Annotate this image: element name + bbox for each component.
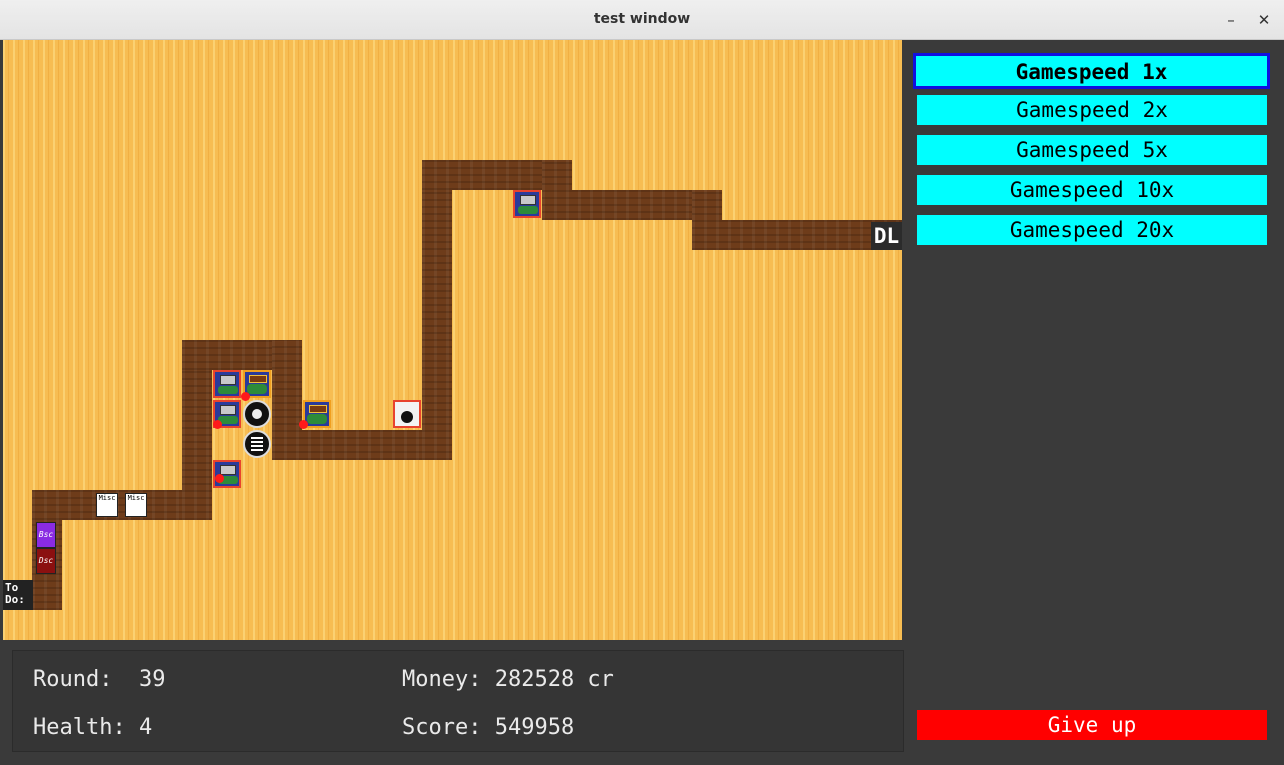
game-board[interactable]: To Do: DL Misc Misc Bsc Dsc [3,40,902,640]
gamespeed-1x-button[interactable]: Gamespeed 1x [913,53,1270,89]
disc-tower[interactable] [243,400,271,428]
round-display: Round: 39 [33,667,166,692]
start-todo-marker: To Do: [3,580,33,610]
gamespeed-10x-button[interactable]: Gamespeed 10x [917,175,1267,205]
mouse-tower[interactable] [393,400,421,428]
money-display: Money: 282528 cr [402,667,614,692]
deadline-end-marker: DL [871,222,902,250]
projectile [213,420,222,429]
health-display: Health: 4 [33,715,153,740]
misc-paper-enemy: Misc [125,493,147,517]
score-display: Score: 549958 [402,715,575,740]
projectile [215,474,224,483]
gamespeed-2x-button[interactable]: Gamespeed 2x [917,95,1267,125]
laptop-tower[interactable] [513,190,541,218]
status-panel: Round: 39 Health: 4 Money: 282528 cr Sco… [12,650,904,752]
window-titlebar: test window – ✕ [0,0,1284,40]
path-segment [692,190,722,250]
misc-paper-enemy: Misc [96,493,118,517]
window-title: test window [593,11,691,27]
gamespeed-20x-button[interactable]: Gamespeed 20x [917,215,1267,245]
give-up-button[interactable]: Give up [917,710,1267,740]
gamespeed-5x-button[interactable]: Gamespeed 5x [917,135,1267,165]
dsc-book-enemy: Dsc [36,548,56,574]
close-button[interactable]: ✕ [1254,10,1274,30]
projectile [241,392,250,401]
laptop-tower[interactable] [213,370,241,398]
path-segment [542,160,572,220]
minimize-button[interactable]: – [1221,10,1241,30]
projectile [299,420,308,429]
calculator-tower[interactable] [243,430,271,458]
path-segment [422,160,452,460]
bsc-book-enemy: Bsc [36,522,56,548]
